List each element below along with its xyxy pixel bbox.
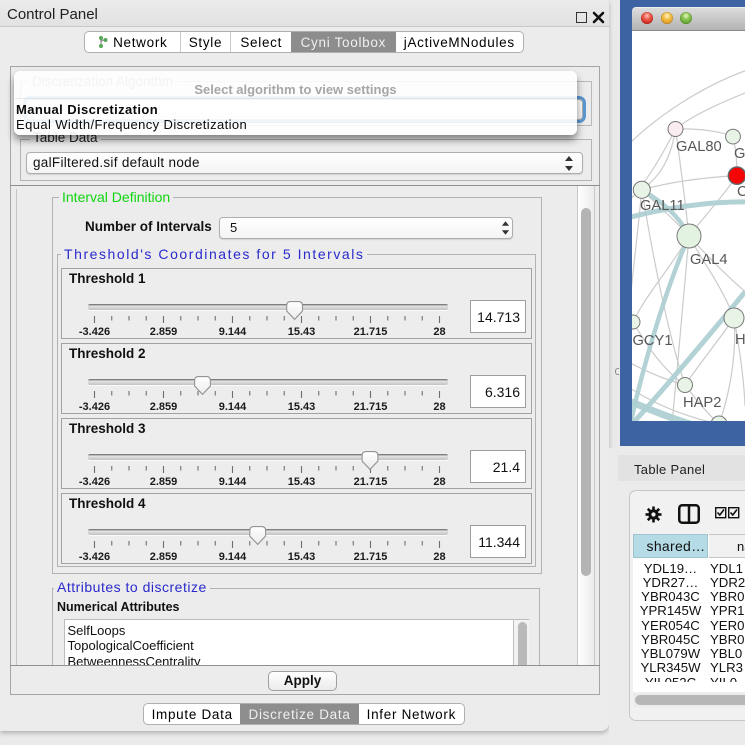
svg-text:GAL4: GAL4: [690, 252, 728, 268]
svg-text:HAP2: HAP2: [683, 395, 721, 411]
svg-text:GCY1: GCY1: [633, 333, 673, 349]
svg-text:GAL11: GAL11: [640, 198, 685, 214]
svg-text:GAL80: GAL80: [676, 139, 722, 155]
svg-text:HA: HA: [735, 332, 745, 348]
svg-text:CR: CR: [737, 184, 745, 200]
svg-text:GAL6: GAL6: [734, 146, 745, 162]
